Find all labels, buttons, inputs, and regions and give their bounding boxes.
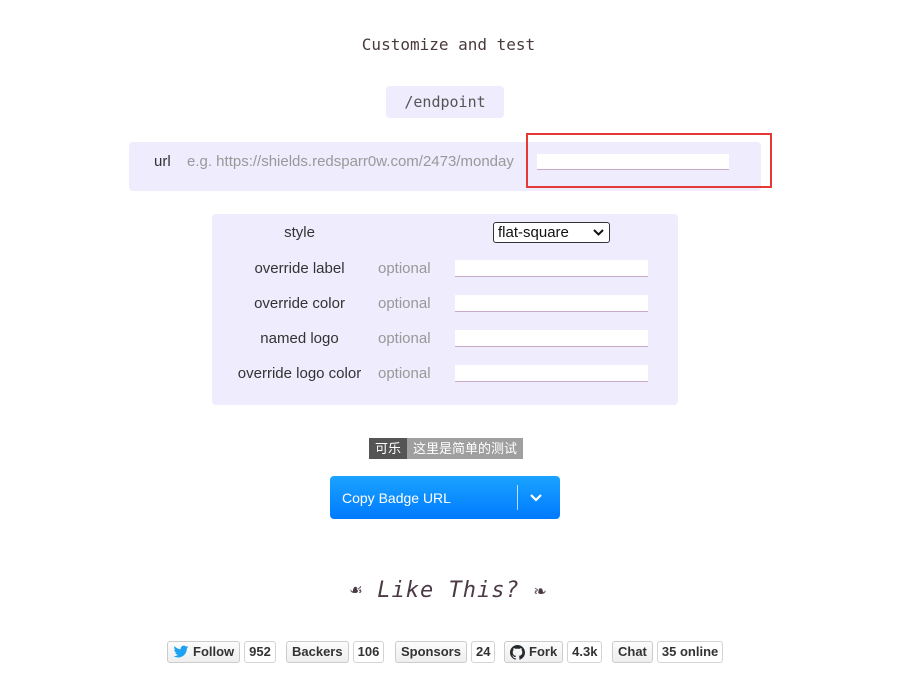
fork-widget[interactable]: Fork 4.3k	[504, 641, 603, 663]
chat-widget[interactable]: Chat 35 online	[612, 641, 724, 663]
backers-button[interactable]: Backers	[286, 641, 349, 663]
sponsors-count[interactable]: 24	[470, 641, 496, 663]
override-label-hint: optional	[378, 260, 431, 277]
copy-badge-url-button[interactable]: Copy Badge URL	[330, 476, 560, 519]
override-label-input[interactable]	[455, 260, 648, 277]
url-input[interactable]	[537, 154, 729, 170]
follow-button[interactable]: Follow	[167, 641, 241, 663]
override-color-input[interactable]	[455, 295, 648, 312]
twitter-icon	[173, 645, 189, 658]
endpoint-path: /endpoint	[386, 86, 504, 118]
follow-widget[interactable]: Follow 952	[167, 641, 276, 663]
options-panel: style flat-square override label optiona…	[212, 214, 678, 405]
follow-count[interactable]: 952	[244, 641, 276, 663]
style-select[interactable]: flat-square	[493, 222, 610, 243]
named-logo-hint: optional	[378, 330, 431, 347]
url-example: e.g. https://shields.redsparr0w.com/2473…	[187, 153, 514, 170]
named-logo-input[interactable]	[455, 330, 648, 347]
badge-preview: 可乐 这里是简单的测试	[369, 438, 524, 459]
follow-label: Follow	[193, 644, 235, 659]
style-label: style	[284, 224, 315, 241]
override-color-label: override color	[254, 295, 345, 312]
backers-count[interactable]: 106	[352, 641, 385, 663]
sponsors-button[interactable]: Sponsors	[395, 641, 467, 663]
fork-label: Fork	[529, 644, 558, 659]
fork-button[interactable]: Fork	[504, 641, 564, 663]
override-label-label: override label	[254, 260, 345, 277]
url-row: url e.g. https://shields.redsparr0w.com/…	[129, 142, 761, 191]
sponsors-widget[interactable]: Sponsors 24	[395, 641, 496, 663]
ornament-left-icon: ☙	[349, 578, 364, 602]
page-heading: Customize and test	[361, 35, 536, 54]
override-logo-color-hint: optional	[378, 365, 431, 382]
like-this-text: Like This?	[377, 578, 520, 603]
style-select-value: flat-square	[498, 224, 569, 241]
badge-label: 可乐	[369, 438, 408, 459]
github-icon	[510, 644, 525, 660]
chat-button[interactable]: Chat	[612, 641, 653, 663]
chevron-down-icon	[593, 223, 604, 249]
chevron-down-icon[interactable]	[529, 487, 543, 511]
button-divider	[517, 485, 518, 510]
url-label: url	[154, 153, 171, 170]
override-logo-color-input[interactable]	[455, 365, 648, 382]
copy-badge-url-label: Copy Badge URL	[342, 490, 451, 506]
override-logo-color-label: override logo color	[237, 365, 362, 382]
override-color-hint: optional	[378, 295, 431, 312]
fork-count[interactable]: 4.3k	[567, 641, 603, 663]
backers-widget[interactable]: Backers 106	[286, 641, 385, 663]
like-this-heading: ☙ Like This? ❧	[0, 578, 897, 603]
chat-count[interactable]: 35 online	[656, 641, 724, 663]
named-logo-label: named logo	[260, 330, 339, 347]
ornament-right-icon: ❧	[533, 578, 548, 602]
badge-message: 这里是简单的测试	[407, 438, 524, 459]
